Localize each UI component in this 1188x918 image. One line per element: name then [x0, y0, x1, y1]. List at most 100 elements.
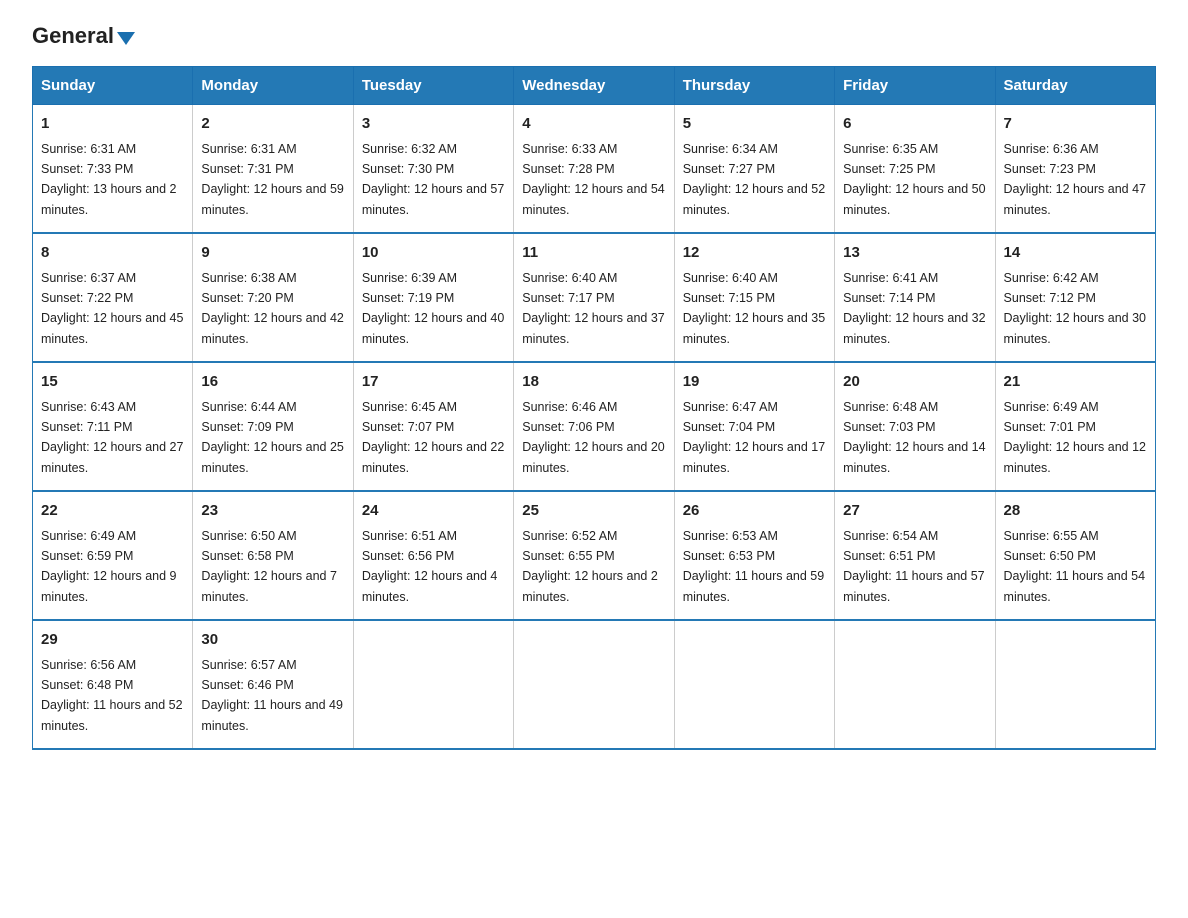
day-number: 11 [522, 242, 665, 265]
day-number: 27 [843, 500, 986, 523]
day-info: Sunrise: 6:48 AMSunset: 7:03 PMDaylight:… [843, 400, 985, 475]
day-number: 6 [843, 113, 986, 136]
day-number: 28 [1004, 500, 1147, 523]
calendar-header-thursday: Thursday [674, 67, 834, 105]
day-number: 7 [1004, 113, 1147, 136]
calendar-header-friday: Friday [835, 67, 995, 105]
day-number: 19 [683, 371, 826, 394]
day-info: Sunrise: 6:46 AMSunset: 7:06 PMDaylight:… [522, 400, 664, 475]
day-number: 22 [41, 500, 184, 523]
day-number: 17 [362, 371, 505, 394]
calendar-cell: 3 Sunrise: 6:32 AMSunset: 7:30 PMDaylight… [353, 105, 513, 234]
calendar-cell: 5 Sunrise: 6:34 AMSunset: 7:27 PMDaylight… [674, 105, 834, 234]
calendar-cell: 10Sunrise: 6:39 AMSunset: 7:19 PMDayligh… [353, 233, 513, 362]
day-info: Sunrise: 6:36 AMSunset: 7:23 PMDaylight:… [1004, 142, 1146, 217]
day-info: Sunrise: 6:39 AMSunset: 7:19 PMDaylight:… [362, 271, 504, 346]
calendar-header-saturday: Saturday [995, 67, 1155, 105]
day-number: 9 [201, 242, 344, 265]
calendar-cell: 8 Sunrise: 6:37 AMSunset: 7:22 PMDaylight… [33, 233, 193, 362]
calendar-cell [835, 620, 995, 749]
day-number: 5 [683, 113, 826, 136]
day-number: 8 [41, 242, 184, 265]
day-info: Sunrise: 6:37 AMSunset: 7:22 PMDaylight:… [41, 271, 183, 346]
calendar-cell: 16 Sunrise: 6:44 AMSunset: 7:09 PMDayligh… [193, 362, 353, 491]
calendar-cell: 20 Sunrise: 6:48 AMSunset: 7:03 PMDayligh… [835, 362, 995, 491]
calendar-cell: 11 Sunrise: 6:40 AMSunset: 7:17 PMDayligh… [514, 233, 674, 362]
calendar-header-sunday: Sunday [33, 67, 193, 105]
calendar-cell: 12 Sunrise: 6:40 AMSunset: 7:15 PMDayligh… [674, 233, 834, 362]
calendar-cell: 27 Sunrise: 6:54 AMSunset: 6:51 PMDayligh… [835, 491, 995, 620]
calendar-cell: 23 Sunrise: 6:50 AMSunset: 6:58 PMDayligh… [193, 491, 353, 620]
day-info: Sunrise: 6:41 AMSunset: 7:14 PMDaylight:… [843, 271, 985, 346]
day-info: Sunrise: 6:31 AMSunset: 7:31 PMDaylight:… [201, 142, 343, 217]
day-info: Sunrise: 6:43 AMSunset: 7:11 PMDaylight:… [41, 400, 183, 475]
calendar-cell: 25 Sunrise: 6:52 AMSunset: 6:55 PMDayligh… [514, 491, 674, 620]
day-number: 2 [201, 113, 344, 136]
day-number: 14 [1004, 242, 1147, 265]
calendar-header-row: SundayMondayTuesdayWednesdayThursdayFrid… [33, 67, 1156, 105]
day-info: Sunrise: 6:45 AMSunset: 7:07 PMDaylight:… [362, 400, 504, 475]
day-info: Sunrise: 6:49 AMSunset: 6:59 PMDaylight:… [41, 529, 177, 604]
day-info: Sunrise: 6:55 AMSunset: 6:50 PMDaylight:… [1004, 529, 1146, 604]
day-info: Sunrise: 6:33 AMSunset: 7:28 PMDaylight:… [522, 142, 664, 217]
calendar-cell: 15 Sunrise: 6:43 AMSunset: 7:11 PMDayligh… [33, 362, 193, 491]
calendar-header-monday: Monday [193, 67, 353, 105]
day-number: 3 [362, 113, 505, 136]
calendar-cell: 28 Sunrise: 6:55 AMSunset: 6:50 PMDayligh… [995, 491, 1155, 620]
calendar-cell: 29Sunrise: 6:56 AMSunset: 6:48 PMDayligh… [33, 620, 193, 749]
day-info: Sunrise: 6:50 AMSunset: 6:58 PMDaylight:… [201, 529, 337, 604]
day-info: Sunrise: 6:40 AMSunset: 7:15 PMDaylight:… [683, 271, 825, 346]
calendar-week-row: 8 Sunrise: 6:37 AMSunset: 7:22 PMDaylight… [33, 233, 1156, 362]
day-info: Sunrise: 6:38 AMSunset: 7:20 PMDaylight:… [201, 271, 343, 346]
day-number: 23 [201, 500, 344, 523]
day-info: Sunrise: 6:44 AMSunset: 7:09 PMDaylight:… [201, 400, 343, 475]
logo: General [32, 24, 135, 48]
day-number: 29 [41, 629, 184, 652]
calendar-week-row: 15 Sunrise: 6:43 AMSunset: 7:11 PMDayligh… [33, 362, 1156, 491]
day-info: Sunrise: 6:53 AMSunset: 6:53 PMDaylight:… [683, 529, 825, 604]
day-info: Sunrise: 6:47 AMSunset: 7:04 PMDaylight:… [683, 400, 825, 475]
calendar-cell: 17 Sunrise: 6:45 AMSunset: 7:07 PMDayligh… [353, 362, 513, 491]
calendar-cell: 1 Sunrise: 6:31 AMSunset: 7:33 PMDaylight… [33, 105, 193, 234]
calendar-table: SundayMondayTuesdayWednesdayThursdayFrid… [32, 66, 1156, 750]
calendar-cell: 14Sunrise: 6:42 AMSunset: 7:12 PMDayligh… [995, 233, 1155, 362]
calendar-cell: 19 Sunrise: 6:47 AMSunset: 7:04 PMDayligh… [674, 362, 834, 491]
day-info: Sunrise: 6:52 AMSunset: 6:55 PMDaylight:… [522, 529, 658, 604]
calendar-cell: 26 Sunrise: 6:53 AMSunset: 6:53 PMDayligh… [674, 491, 834, 620]
calendar-cell: 9 Sunrise: 6:38 AMSunset: 7:20 PMDaylight… [193, 233, 353, 362]
day-number: 21 [1004, 371, 1147, 394]
calendar-cell: 6Sunrise: 6:35 AMSunset: 7:25 PMDaylight… [835, 105, 995, 234]
day-info: Sunrise: 6:40 AMSunset: 7:17 PMDaylight:… [522, 271, 664, 346]
day-number: 20 [843, 371, 986, 394]
calendar-cell [995, 620, 1155, 749]
calendar-week-row: 1 Sunrise: 6:31 AMSunset: 7:33 PMDaylight… [33, 105, 1156, 234]
day-number: 12 [683, 242, 826, 265]
day-number: 16 [201, 371, 344, 394]
calendar-cell: 22 Sunrise: 6:49 AMSunset: 6:59 PMDayligh… [33, 491, 193, 620]
logo-triangle-icon [117, 32, 135, 45]
day-number: 15 [41, 371, 184, 394]
day-number: 25 [522, 500, 665, 523]
day-info: Sunrise: 6:31 AMSunset: 7:33 PMDaylight:… [41, 142, 177, 217]
calendar-cell: 18Sunrise: 6:46 AMSunset: 7:06 PMDayligh… [514, 362, 674, 491]
calendar-week-row: 29Sunrise: 6:56 AMSunset: 6:48 PMDayligh… [33, 620, 1156, 749]
day-info: Sunrise: 6:51 AMSunset: 6:56 PMDaylight:… [362, 529, 498, 604]
day-info: Sunrise: 6:34 AMSunset: 7:27 PMDaylight:… [683, 142, 825, 217]
calendar-cell: 13Sunrise: 6:41 AMSunset: 7:14 PMDayligh… [835, 233, 995, 362]
day-number: 1 [41, 113, 184, 136]
calendar-week-row: 22 Sunrise: 6:49 AMSunset: 6:59 PMDayligh… [33, 491, 1156, 620]
day-info: Sunrise: 6:54 AMSunset: 6:51 PMDaylight:… [843, 529, 985, 604]
day-number: 26 [683, 500, 826, 523]
calendar-cell: 4Sunrise: 6:33 AMSunset: 7:28 PMDaylight… [514, 105, 674, 234]
day-number: 30 [201, 629, 344, 652]
day-info: Sunrise: 6:32 AMSunset: 7:30 PMDaylight:… [362, 142, 504, 217]
calendar-cell [674, 620, 834, 749]
calendar-cell: 21 Sunrise: 6:49 AMSunset: 7:01 PMDayligh… [995, 362, 1155, 491]
calendar-cell: 30 Sunrise: 6:57 AMSunset: 6:46 PMDayligh… [193, 620, 353, 749]
day-info: Sunrise: 6:49 AMSunset: 7:01 PMDaylight:… [1004, 400, 1146, 475]
calendar-cell: 7 Sunrise: 6:36 AMSunset: 7:23 PMDaylight… [995, 105, 1155, 234]
page-header: General [32, 24, 1156, 48]
logo-general: General [32, 24, 114, 48]
calendar-cell: 2 Sunrise: 6:31 AMSunset: 7:31 PMDaylight… [193, 105, 353, 234]
day-info: Sunrise: 6:57 AMSunset: 6:46 PMDaylight:… [201, 658, 343, 733]
